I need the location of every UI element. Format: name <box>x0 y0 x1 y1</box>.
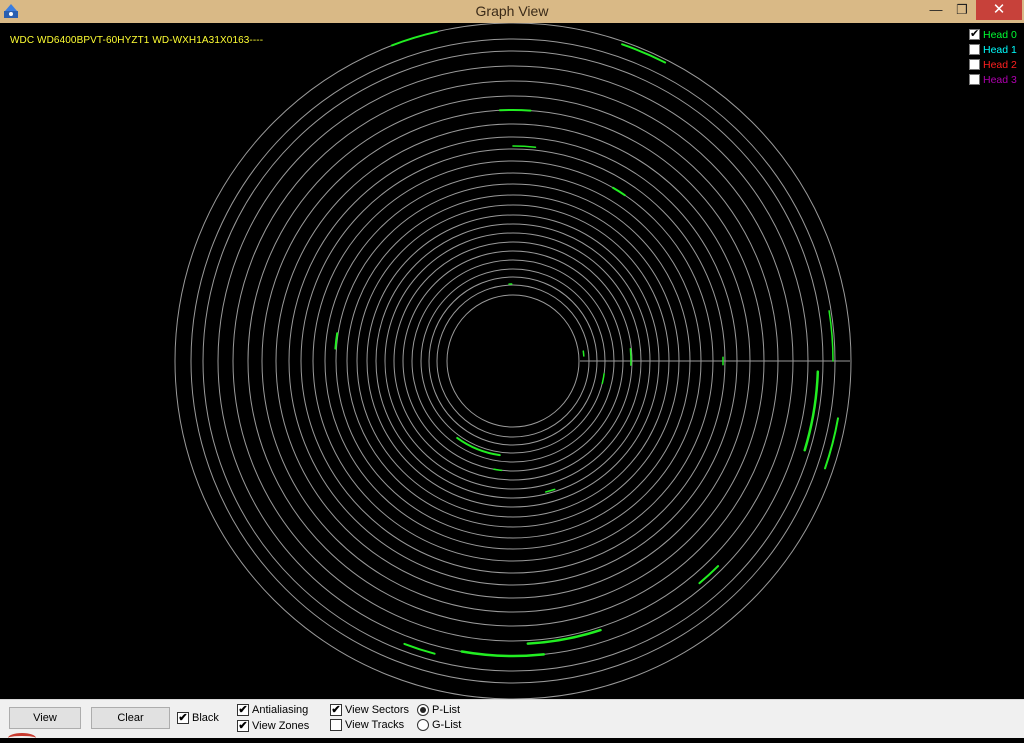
head-2-toggle[interactable]: Head 2 <box>969 58 1023 73</box>
view-sectors-checkbox[interactable]: ✔ <box>330 704 342 716</box>
head-1-label: Head 1 <box>983 43 1017 57</box>
defect-mark <box>699 566 718 583</box>
g-list-radio[interactable] <box>417 719 429 731</box>
p-list-label: P-List <box>432 703 460 717</box>
view-tracks-label: View Tracks <box>345 718 404 732</box>
defect-mark <box>528 630 601 644</box>
defect-mark <box>404 644 434 654</box>
view-sectors-label: View Sectors <box>345 703 409 717</box>
title-bar: Graph View — ❐ ✕ <box>0 0 1024 23</box>
defect-mark <box>462 652 544 656</box>
defect-mark <box>602 374 604 384</box>
clear-button[interactable]: Clear <box>91 707 170 729</box>
defect-mark <box>630 349 631 365</box>
disk-surface-graph <box>0 23 1024 699</box>
defect-mark <box>500 110 531 111</box>
head-selector: ✔ Head 0 Head 1 Head 2 Head 3 <box>969 28 1023 88</box>
zone-ring <box>437 285 589 437</box>
head-1-checkbox[interactable] <box>969 44 980 55</box>
antialiasing-label: Antialiasing <box>252 703 308 717</box>
defect-mark <box>494 469 502 470</box>
defect-mark <box>583 351 584 356</box>
view-zones-checkbox[interactable]: ✔ <box>237 720 249 732</box>
head-3-label: Head 3 <box>983 73 1017 87</box>
head-3-checkbox[interactable] <box>969 74 980 85</box>
zone-ring <box>429 277 597 445</box>
minimize-button[interactable]: — <box>922 0 950 20</box>
app-logo-icon <box>8 733 36 743</box>
window-title: Graph View <box>0 0 1024 23</box>
head-2-label: Head 2 <box>983 58 1017 72</box>
black-checkbox[interactable]: ✔ <box>177 712 189 724</box>
antialiasing-checkbox[interactable]: ✔ <box>237 704 249 716</box>
head-0-label: Head 0 <box>983 28 1017 42</box>
view-zones-label: View Zones <box>252 719 309 733</box>
black-label: Black <box>192 711 219 725</box>
defect-mark <box>613 188 625 195</box>
zone-ring <box>421 269 605 453</box>
head-3-toggle[interactable]: Head 3 <box>969 73 1023 88</box>
head-0-toggle[interactable]: ✔ Head 0 <box>969 28 1023 43</box>
head-1-toggle[interactable]: Head 1 <box>969 43 1023 58</box>
zone-ring <box>447 295 579 427</box>
head-0-checkbox[interactable]: ✔ <box>969 29 980 40</box>
g-list-label: G-List <box>432 718 461 732</box>
defect-mark <box>622 44 665 62</box>
drive-model-label: WDC WD6400BPVT-60HYZT1 WD-WXH1A31X0163--… <box>10 35 263 46</box>
defect-mark <box>392 32 437 46</box>
head-2-checkbox[interactable] <box>969 59 980 70</box>
defect-mark <box>513 146 536 147</box>
p-list-radio[interactable] <box>417 704 429 716</box>
view-tracks-checkbox[interactable] <box>330 719 342 731</box>
view-button[interactable]: View <box>9 707 81 729</box>
close-button[interactable]: ✕ <box>976 0 1022 20</box>
maximize-button[interactable]: ❐ <box>948 0 976 20</box>
